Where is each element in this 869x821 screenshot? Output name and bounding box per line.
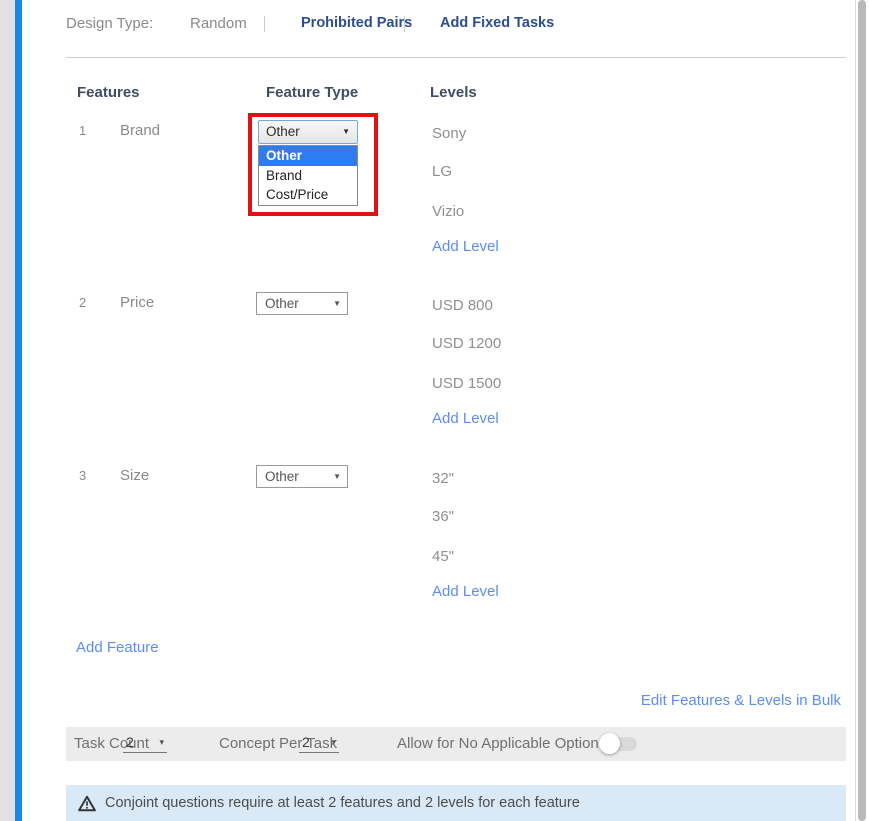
feature-name[interactable]: Brand — [120, 122, 160, 139]
level-item[interactable]: Vizio — [432, 203, 464, 220]
feature-row-price: 2 Price Other ▼ USD 800 USD 1200 USD 150… — [0, 292, 855, 462]
content-right-border — [855, 0, 856, 821]
concept-per-task-select[interactable]: 2 ▾ — [299, 732, 339, 753]
no-applicable-option-label: Allow for No Applicable Option — [397, 727, 599, 761]
feature-type-select[interactable]: Other ▼ — [256, 465, 348, 488]
conjoint-requirement-notice: Conjoint questions require at least 2 fe… — [66, 785, 846, 821]
notice-text: Conjoint questions require at least 2 fe… — [105, 795, 580, 811]
level-item[interactable]: LG — [432, 163, 452, 180]
dropdown-option-cost-price[interactable]: Cost/Price — [259, 185, 357, 205]
design-type-label: Design Type: — [66, 15, 153, 32]
feature-name[interactable]: Price — [120, 294, 154, 311]
level-item[interactable]: Sony — [432, 125, 466, 142]
edit-features-levels-bulk-link[interactable]: Edit Features & Levels in Bulk — [641, 692, 841, 709]
feature-row-size: 3 Size Other ▼ 32" 36" 45" Add Level — [0, 465, 855, 635]
design-type-option-random[interactable]: Random — [190, 15, 247, 32]
add-feature-link[interactable]: Add Feature — [76, 639, 159, 656]
add-level-link[interactable]: Add Level — [432, 583, 499, 600]
level-item[interactable]: 45" — [432, 548, 454, 565]
dropdown-arrow-icon: ▼ — [333, 466, 341, 487]
add-level-link[interactable]: Add Level — [432, 238, 499, 255]
level-item[interactable]: 32" — [432, 470, 454, 487]
select-value: Other — [265, 469, 299, 484]
add-level-link[interactable]: Add Level — [432, 410, 499, 427]
column-header-feature-type: Feature Type — [266, 84, 358, 101]
warning-icon — [78, 795, 96, 812]
concept-per-task-value: 2 — [302, 734, 310, 750]
caret-down-icon: ▾ — [159, 737, 164, 748]
dropdown-option-brand[interactable]: Brand — [259, 166, 357, 186]
feature-type-select[interactable]: Other ▼ — [256, 292, 348, 315]
feature-type-select[interactable]: Other ▼ — [258, 120, 358, 144]
select-value: Other — [265, 296, 299, 311]
task-settings-bar: Task Count 2 ▾ Concept Per Task 2 ▾ Allo… — [66, 727, 846, 761]
column-header-levels: Levels — [430, 84, 477, 101]
dropdown-option-other[interactable]: Other — [259, 146, 357, 166]
feature-number: 1 — [79, 123, 86, 138]
caret-down-icon: ▾ — [331, 737, 336, 748]
feature-type-option-list: Other Brand Cost/Price — [258, 145, 358, 206]
level-item[interactable]: USD 800 — [432, 297, 493, 314]
level-item[interactable]: USD 1200 — [432, 335, 501, 352]
task-count-value: 2 — [126, 734, 134, 750]
divider — [66, 57, 846, 58]
select-value: Other — [266, 124, 300, 139]
design-type-option-add-fixed-tasks[interactable]: Add Fixed Tasks — [440, 15, 554, 31]
feature-row-brand: 1 Brand Other ▼ Other Brand Cost/Price S… — [0, 120, 855, 290]
nav-separator — [264, 16, 265, 32]
design-type-option-prohibited-pairs[interactable]: Prohibited Pairs — [301, 15, 412, 31]
feature-number: 3 — [79, 468, 86, 483]
toggle-knob — [599, 733, 620, 754]
dropdown-arrow-icon: ▼ — [342, 121, 350, 143]
feature-number: 2 — [79, 295, 86, 310]
task-count-select[interactable]: 2 ▾ — [123, 732, 167, 753]
feature-name[interactable]: Size — [120, 467, 149, 484]
column-header-features: Features — [77, 84, 140, 101]
nav-separator — [404, 16, 405, 32]
dropdown-arrow-icon: ▼ — [333, 293, 341, 314]
no-applicable-option-toggle[interactable] — [601, 737, 637, 751]
level-item[interactable]: USD 1500 — [432, 375, 501, 392]
level-item[interactable]: 36" — [432, 508, 454, 525]
scrollbar-thumb[interactable] — [858, 0, 866, 821]
